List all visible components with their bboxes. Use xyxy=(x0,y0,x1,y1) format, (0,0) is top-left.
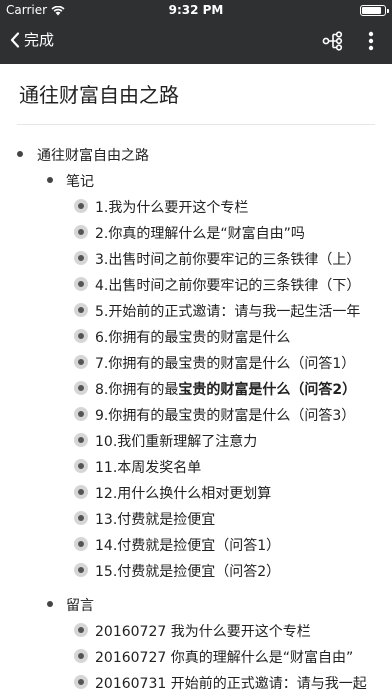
outline-item-text-pre: 6.你拥有的最宝贵的财富是什么 xyxy=(95,330,291,346)
outline-item-text-pre: 4.出售时间之前你要牢记的三条铁律（下） xyxy=(95,278,361,294)
battery-level xyxy=(362,7,381,14)
outline-item-text-pre: 20160727 我为什么要开这个专栏 xyxy=(95,624,311,640)
collapsed-bullet-icon[interactable] xyxy=(74,649,88,663)
title-divider xyxy=(17,124,375,125)
outline-item-text-pre: 14.付费就是捡便宜（问答1） xyxy=(95,538,281,554)
outline-item-label: 9.你拥有的最宝贵的财富是什么（问答3） xyxy=(95,405,355,425)
battery-icon xyxy=(360,5,389,16)
outline-item-text-pre: 5.开始前的正式邀请：请与我一起生活一年 xyxy=(95,304,361,320)
section-label: 笔记 xyxy=(66,174,94,190)
bullet-icon[interactable] xyxy=(47,601,53,607)
outline-item[interactable]: 14.付费就是捡便宜（问答1） xyxy=(0,530,392,556)
outline-item-label: 4.出售时间之前你要牢记的三条铁律（下） xyxy=(95,275,360,295)
top-bar: Carrier 9:32 PM 完成 xyxy=(0,0,392,64)
outline-item[interactable]: 12.用什么换什么相对更划算 xyxy=(0,478,392,504)
outline-tree: 通往财富自由之路 笔记 1.我为什么要开这个专栏 2.你真的理解什么是“财富自由”… xyxy=(0,140,392,694)
outline-section-notes[interactable]: 笔记 xyxy=(0,166,392,192)
outline-item[interactable]: 3.出售时间之前你要牢记的三条铁律（上） xyxy=(0,244,392,270)
outline-item-text-pre: 2.你真的理解什么是“财富自由”吗 xyxy=(95,226,305,242)
collapsed-bullet-icon[interactable] xyxy=(74,675,88,689)
outline-item-label: 14.付费就是捡便宜（问答1） xyxy=(95,535,280,555)
collapsed-bullet-icon[interactable] xyxy=(74,563,88,577)
outline-item-label: 10.我们重新理解了注意力 xyxy=(95,431,257,451)
nav-bar: 完成 xyxy=(0,20,392,64)
outline-item-text-pre: 20160727 你真的理解什么是“财富自由” xyxy=(95,650,354,666)
outline-item-label: 5.开始前的正式邀请：请与我一起生活一年 xyxy=(95,301,360,321)
outline-root-node[interactable]: 通往财富自由之路 xyxy=(0,140,392,166)
outline-item-label: 3.出售时间之前你要牢记的三条铁律（上） xyxy=(95,249,360,269)
collapsed-bullet-icon[interactable] xyxy=(74,355,88,369)
outline-item-text-pre: 10.我们重新理解了注意力 xyxy=(95,434,258,450)
outline-item[interactable]: 11.本周发奖名单 xyxy=(0,452,392,478)
outline-item-text-pre: 15.付费就是捡便宜（问答2） xyxy=(95,564,281,580)
outline-item-label: 20160727 我为什么要开这个专栏 xyxy=(95,621,311,641)
collapsed-bullet-icon[interactable] xyxy=(74,251,88,265)
outline-item-text-pre: 3.出售时间之前你要牢记的三条铁律（上） xyxy=(95,252,361,268)
outline-item-text-pre: 20160731 开始前的正式邀请：请与我一起 xyxy=(95,676,367,692)
outline-item-text-pre: 7.你拥有的最宝贵的财富是什么（问答1） xyxy=(95,356,356,372)
collapsed-bullet-icon[interactable] xyxy=(74,511,88,525)
back-label: 完成 xyxy=(24,31,55,49)
collapsed-bullet-icon[interactable] xyxy=(74,225,88,239)
outline-item[interactable]: 15.付费就是捡便宜（问答2） xyxy=(0,556,392,582)
outline-item-label: 12.用什么换什么相对更划算 xyxy=(95,483,271,503)
outline-item-text-pre: 1.我为什么要开这个专栏 xyxy=(95,200,249,216)
outline-item-text-pre: 9.你拥有的最宝贵的财富是什么（问答3） xyxy=(95,408,356,424)
outline-item-text-pre: 12.用什么换什么相对更划算 xyxy=(95,486,272,502)
outline-item-label: 11.本周发奖名单 xyxy=(95,457,201,477)
comments-list: 20160727 我为什么要开这个专栏 20160727 你真的理解什么是“财富自… xyxy=(0,616,392,694)
outline-item-text-pre: 8.你拥有的最 xyxy=(95,382,179,398)
outline-item-label: 20160727 你真的理解什么是“财富自由” xyxy=(95,647,353,667)
collapsed-bullet-icon[interactable] xyxy=(74,433,88,447)
collapsed-bullet-icon[interactable] xyxy=(74,381,88,395)
collapsed-bullet-icon[interactable] xyxy=(74,277,88,291)
outline-item-label: 6.你拥有的最宝贵的财富是什么 xyxy=(95,327,290,347)
mindmap-icon[interactable] xyxy=(322,31,344,51)
status-bar: Carrier 9:32 PM xyxy=(0,0,392,20)
collapsed-bullet-icon[interactable] xyxy=(74,199,88,213)
outline-root-label: 通往财富自由之路 xyxy=(37,148,149,164)
outline-item-label: 15.付费就是捡便宜（问答2） xyxy=(95,561,280,581)
outline-item-text-pre: 11.本周发奖名单 xyxy=(95,460,202,476)
bullet-icon[interactable] xyxy=(17,151,23,157)
outline-item-label: 2.你真的理解什么是“财富自由”吗 xyxy=(95,223,305,243)
section-label: 留言 xyxy=(66,598,94,614)
outline-item-text-pre: 13.付费就是捡便宜 xyxy=(95,512,216,528)
bullet-icon[interactable] xyxy=(47,177,53,183)
outline-item[interactable]: 7.你拥有的最宝贵的财富是什么（问答1） xyxy=(0,348,392,374)
outline-section-comments[interactable]: 留言 xyxy=(0,590,392,616)
outline-item[interactable]: 10.我们重新理解了注意力 xyxy=(0,426,392,452)
outline-item-text-bold: 宝贵的财富是什么（问答2） xyxy=(178,382,357,398)
collapsed-bullet-icon[interactable] xyxy=(74,459,88,473)
outline-item[interactable]: 13.付费就是捡便宜 xyxy=(0,504,392,530)
collapsed-bullet-icon[interactable] xyxy=(74,303,88,317)
more-vertical-icon[interactable] xyxy=(364,30,378,52)
outline-item[interactable]: 6.你拥有的最宝贵的财富是什么 xyxy=(0,322,392,348)
collapsed-bullet-icon[interactable] xyxy=(74,407,88,421)
page-title: 通往财富自由之路 xyxy=(19,83,179,107)
outline-item[interactable]: 8.你拥有的最宝贵的财富是什么（问答2） xyxy=(0,374,392,400)
status-time: 9:32 PM xyxy=(168,3,224,17)
outline-item[interactable]: 20160727 你真的理解什么是“财富自由” xyxy=(0,642,392,668)
outline-item-label: 8.你拥有的最宝贵的财富是什么（问答2） xyxy=(95,379,356,399)
collapsed-bullet-icon[interactable] xyxy=(74,485,88,499)
outline-item[interactable]: 5.开始前的正式邀请：请与我一起生活一年 xyxy=(0,296,392,322)
outline-item[interactable]: 1.我为什么要开这个专栏 xyxy=(0,192,392,218)
outline-item-label: 7.你拥有的最宝贵的财富是什么（问答1） xyxy=(95,353,355,373)
back-button[interactable]: 完成 xyxy=(10,29,54,50)
outline-item[interactable]: 4.出售时间之前你要牢记的三条铁律（下） xyxy=(0,270,392,296)
outline-item[interactable]: 9.你拥有的最宝贵的财富是什么（问答3） xyxy=(0,400,392,426)
outline-item-label: 13.付费就是捡便宜 xyxy=(95,509,215,529)
outline-item[interactable]: 20160731 开始前的正式邀请：请与我一起 xyxy=(0,668,392,694)
notes-list: 1.我为什么要开这个专栏 2.你真的理解什么是“财富自由”吗 3.出售时间之前你要牢… xyxy=(0,192,392,582)
outline-item-label: 1.我为什么要开这个专栏 xyxy=(95,197,248,217)
collapsed-bullet-icon[interactable] xyxy=(74,329,88,343)
collapsed-bullet-icon[interactable] xyxy=(74,623,88,637)
chevron-left-icon xyxy=(10,31,20,48)
outline-item[interactable]: 2.你真的理解什么是“财富自由”吗 xyxy=(0,218,392,244)
outline-item[interactable]: 20160727 我为什么要开这个专栏 xyxy=(0,616,392,642)
collapsed-bullet-icon[interactable] xyxy=(74,537,88,551)
outline-item-label: 20160731 开始前的正式邀请：请与我一起 xyxy=(95,673,367,693)
